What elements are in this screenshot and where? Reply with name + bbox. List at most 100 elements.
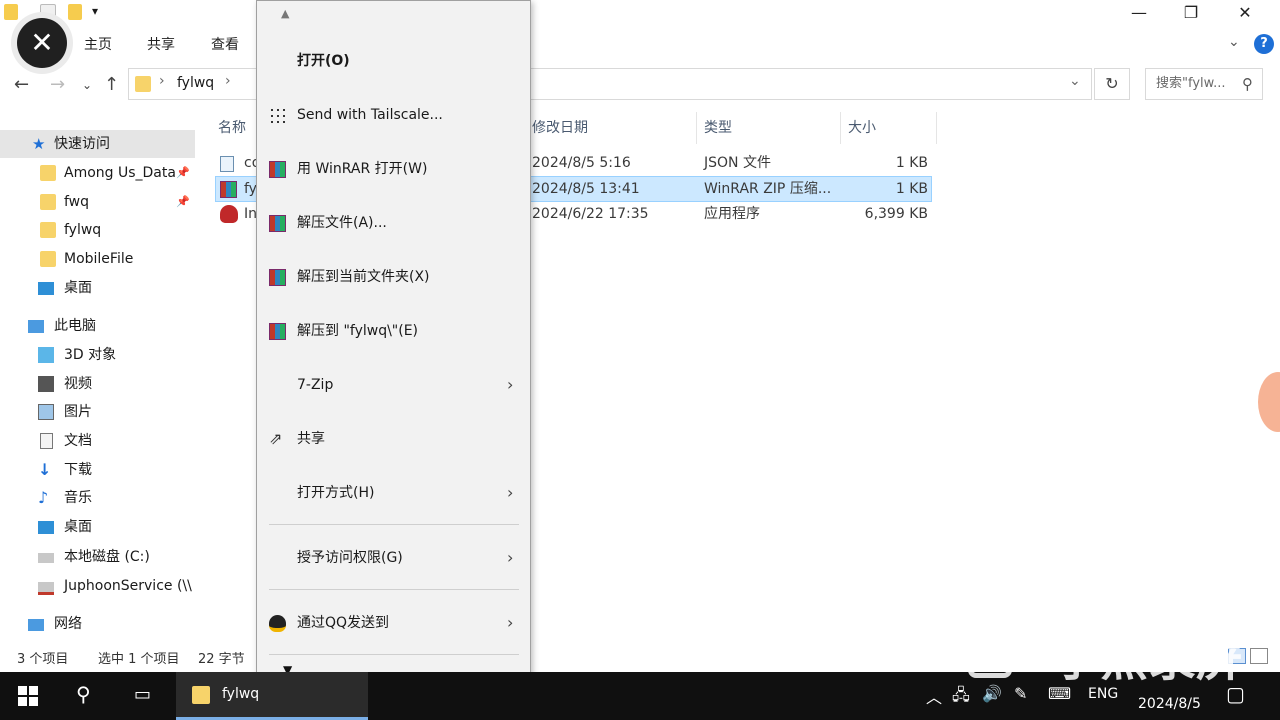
- up-icon[interactable]: ↑: [104, 74, 119, 95]
- star-icon: ★: [32, 135, 46, 153]
- column-size[interactable]: 大小: [848, 118, 876, 138]
- tailscale-icon: [269, 107, 286, 124]
- task-view-icon[interactable]: ▭: [134, 684, 151, 705]
- search-icon[interactable]: ⚲: [76, 682, 91, 706]
- music-icon: ♪: [38, 488, 49, 507]
- status-item-count: 3 个项目: [17, 652, 69, 667]
- winrar-icon: [220, 181, 237, 198]
- menu-label: 解压到当前文件夹(X): [297, 269, 430, 285]
- menu-item-open-with[interactable]: 打开方式(H) ›: [257, 466, 530, 520]
- menu-label: 用 WinRAR 打开(W): [297, 161, 428, 177]
- nav-item-mobilefile[interactable]: MobileFile: [0, 245, 195, 273]
- column-divider[interactable]: [840, 112, 841, 144]
- menu-label: Send with Tailscale...: [297, 107, 443, 123]
- search-input[interactable]: 搜索"fylw... ⚲: [1145, 68, 1263, 100]
- nav-item-fwq[interactable]: fwq 📌: [0, 188, 195, 216]
- menu-item-extract-files[interactable]: 解压文件(A)...: [257, 196, 530, 250]
- nav-label: 桌面: [64, 519, 92, 535]
- video-icon: [38, 376, 54, 392]
- help-icon[interactable]: ?: [1254, 34, 1274, 54]
- quick-access-dropdown-icon[interactable]: ▾: [92, 4, 98, 18]
- submenu-arrow-icon: ›: [507, 483, 514, 502]
- menu-scroll-up-icon[interactable]: ▲: [281, 7, 289, 20]
- file-date: 2024/8/5 13:41: [532, 181, 640, 197]
- nav-item-videos[interactable]: 视频: [0, 370, 195, 398]
- menu-item-open[interactable]: 打开(O): [257, 34, 530, 88]
- picture-icon: [38, 404, 54, 420]
- menu-item-send-via-qq[interactable]: 通过QQ发送到 ›: [257, 596, 530, 650]
- recorder-watermark: 小熊录屏: [968, 624, 1268, 694]
- menu-label: 解压文件(A)...: [297, 215, 387, 231]
- nav-item-desktop[interactable]: 桌面: [0, 274, 195, 302]
- forward-icon[interactable]: →: [50, 74, 65, 95]
- column-divider[interactable]: [696, 112, 697, 144]
- nav-quick-access[interactable]: ★ 快速访问: [0, 130, 195, 158]
- refresh-button[interactable]: ↻: [1094, 68, 1130, 100]
- tab-view[interactable]: 查看: [211, 34, 239, 54]
- menu-label: 打开方式(H): [297, 485, 375, 501]
- nav-item-documents[interactable]: 文档: [0, 427, 195, 455]
- nav-item-among-us-data[interactable]: Among Us_Data 📌: [0, 159, 195, 187]
- address-dropdown-icon[interactable]: ⌄: [1069, 73, 1081, 89]
- column-divider[interactable]: [936, 112, 937, 144]
- folder-icon: [192, 686, 210, 704]
- column-name[interactable]: 名称: [218, 118, 246, 138]
- json-file-icon: [220, 156, 234, 172]
- column-date[interactable]: 修改日期: [532, 118, 588, 138]
- share-icon: ⇗: [269, 429, 283, 448]
- expand-ribbon-icon[interactable]: ⌄: [1228, 34, 1240, 50]
- winrar-icon: [269, 269, 286, 286]
- tab-share[interactable]: 共享: [147, 34, 175, 54]
- taskbar-app-explorer[interactable]: fylwq: [176, 672, 368, 720]
- nav-this-pc[interactable]: 此电脑: [0, 312, 195, 340]
- submenu-arrow-icon: ›: [507, 375, 514, 394]
- minimize-button[interactable]: —: [1112, 0, 1166, 28]
- nav-label: fylwq: [64, 222, 102, 238]
- menu-item-extract-to-folder[interactable]: 解压到 "fylwq\"(E): [257, 304, 530, 358]
- new-folder-icon[interactable]: [68, 4, 82, 20]
- menu-item-share[interactable]: ⇗ 共享: [257, 412, 530, 466]
- nav-network[interactable]: 网络: [0, 610, 195, 638]
- tab-home[interactable]: 主页: [84, 34, 112, 54]
- menu-label: 7-Zip: [297, 377, 334, 393]
- recent-locations-icon[interactable]: ⌄: [82, 78, 92, 92]
- breadcrumb-chevron-icon[interactable]: ›: [225, 73, 231, 89]
- nav-item-pictures[interactable]: 图片: [0, 398, 195, 426]
- remote-desktop-icon[interactable]: ✕: [17, 18, 67, 68]
- nav-label: MobileFile: [64, 251, 134, 267]
- maximize-button[interactable]: ❐: [1164, 0, 1218, 28]
- clock-date[interactable]: 2024/8/5: [1138, 696, 1201, 712]
- nav-item-local-disk[interactable]: 本地磁盘 (C:): [0, 543, 195, 571]
- menu-item-send-tailscale[interactable]: Send with Tailscale...: [257, 88, 530, 142]
- file-size: 6,399 KB: [864, 206, 928, 222]
- nav-label: 图片: [64, 404, 92, 420]
- start-icon[interactable]: [18, 686, 38, 706]
- breadcrumb-fylwq[interactable]: fylwq: [177, 75, 214, 91]
- menu-item-7zip[interactable]: 7-Zip ›: [257, 358, 530, 412]
- file-type: 应用程序: [704, 206, 760, 222]
- file-size: 1 KB: [895, 155, 928, 171]
- watermark-text: 小熊录屏: [1052, 631, 1245, 687]
- menu-label: 授予访问权限(G): [297, 550, 403, 566]
- nav-item-juphoon-service[interactable]: JuphoonService (\\: [0, 572, 195, 600]
- nav-item-downloads[interactable]: ↓ 下载: [0, 456, 195, 484]
- menu-item-grant-access[interactable]: 授予访问权限(G) ›: [257, 531, 530, 585]
- nav-item-music[interactable]: ♪ 音乐: [0, 484, 195, 512]
- status-selected: 选中 1 个项目: [98, 652, 180, 667]
- floating-ball-icon[interactable]: [1258, 372, 1280, 432]
- column-type[interactable]: 类型: [704, 118, 732, 138]
- network-drive-icon: [38, 582, 54, 595]
- menu-item-open-winrar[interactable]: 用 WinRAR 打开(W): [257, 142, 530, 196]
- nav-item-3d-objects[interactable]: 3D 对象: [0, 341, 195, 369]
- folder-icon: [40, 222, 56, 238]
- pin-icon: 📌: [176, 166, 190, 179]
- nav-label: 文档: [64, 433, 92, 449]
- menu-item-extract-here[interactable]: 解压到当前文件夹(X): [257, 250, 530, 304]
- nav-item-fylwq[interactable]: fylwq: [0, 216, 195, 244]
- back-icon[interactable]: ←: [14, 74, 29, 95]
- tray-expand-icon[interactable]: ︿: [926, 684, 942, 708]
- menu-label: 共享: [297, 431, 325, 447]
- close-button[interactable]: ✕: [1218, 0, 1272, 28]
- nav-item-desktop-pc[interactable]: 桌面: [0, 513, 195, 541]
- folder-icon: [40, 165, 56, 181]
